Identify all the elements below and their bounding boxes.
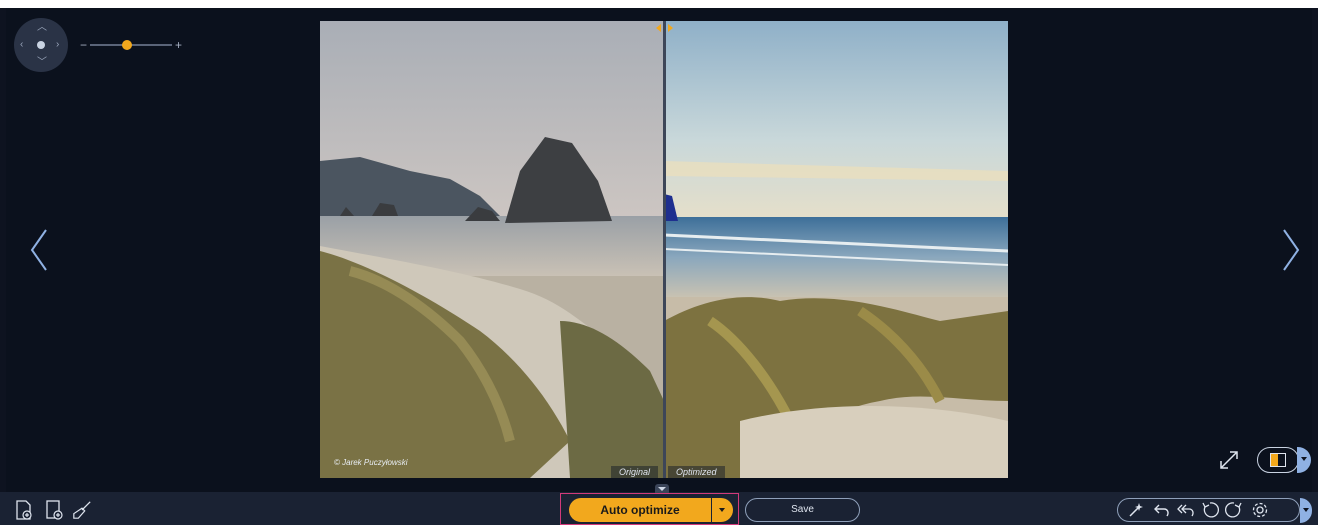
rotate-right-icon[interactable] [1225, 501, 1243, 519]
edit-tools-group [1117, 498, 1312, 523]
edit-tools-dropdown[interactable] [1300, 498, 1312, 523]
auto-optimize-button[interactable]: Auto optimize [569, 498, 711, 522]
pan-right-icon[interactable]: › [56, 40, 59, 50]
rotate-left-icon[interactable] [1201, 501, 1219, 519]
clean-brush-icon[interactable] [72, 499, 92, 521]
undo-icon[interactable] [1153, 501, 1171, 519]
pan-down-icon[interactable]: ﹀ [37, 58, 47, 68]
new-document-icon[interactable] [14, 499, 34, 521]
next-image-icon[interactable] [1276, 228, 1306, 272]
previous-image-icon[interactable] [26, 228, 56, 272]
pan-up-icon[interactable]: ︿ [37, 23, 47, 33]
auto-optimize-group: Auto optimize [560, 493, 739, 525]
zoom-slider[interactable]: − + [80, 38, 182, 52]
photo-credit: © Jarek Puczyłowski [334, 458, 408, 467]
divider-right-arrow-icon[interactable] [668, 24, 673, 32]
chevron-down-icon [719, 508, 725, 512]
zoom-in-icon[interactable]: + [175, 38, 182, 52]
zoom-thumb[interactable] [121, 40, 132, 50]
pan-left-icon[interactable]: ‹ [20, 40, 23, 50]
undo-all-icon[interactable] [1177, 501, 1195, 519]
pan-navigator[interactable]: ︿ ‹ › ﹀ [14, 18, 68, 72]
compare-view-toggle[interactable] [1257, 447, 1311, 473]
top-strip [0, 0, 1318, 8]
zoom-out-icon[interactable]: − [80, 38, 87, 52]
add-document-icon[interactable] [44, 499, 64, 521]
settings-icon[interactable] [1251, 501, 1269, 519]
chevron-down-icon [658, 487, 666, 491]
chevron-down-icon [1303, 508, 1309, 512]
save-button[interactable]: Save [745, 498, 860, 522]
original-label: Original [611, 466, 659, 478]
compare-divider[interactable] [663, 21, 666, 478]
compare-view-dropdown[interactable] [1297, 447, 1311, 473]
chevron-down-icon [1301, 457, 1307, 461]
divider-left-arrow-icon[interactable] [656, 24, 661, 32]
fullscreen-icon[interactable] [1218, 449, 1240, 471]
optimized-label: Optimized [668, 466, 725, 478]
auto-optimize-dropdown[interactable] [711, 498, 733, 522]
split-view-frame [1270, 453, 1286, 467]
pan-center-icon[interactable] [37, 41, 45, 49]
magic-wand-icon[interactable] [1127, 501, 1145, 519]
